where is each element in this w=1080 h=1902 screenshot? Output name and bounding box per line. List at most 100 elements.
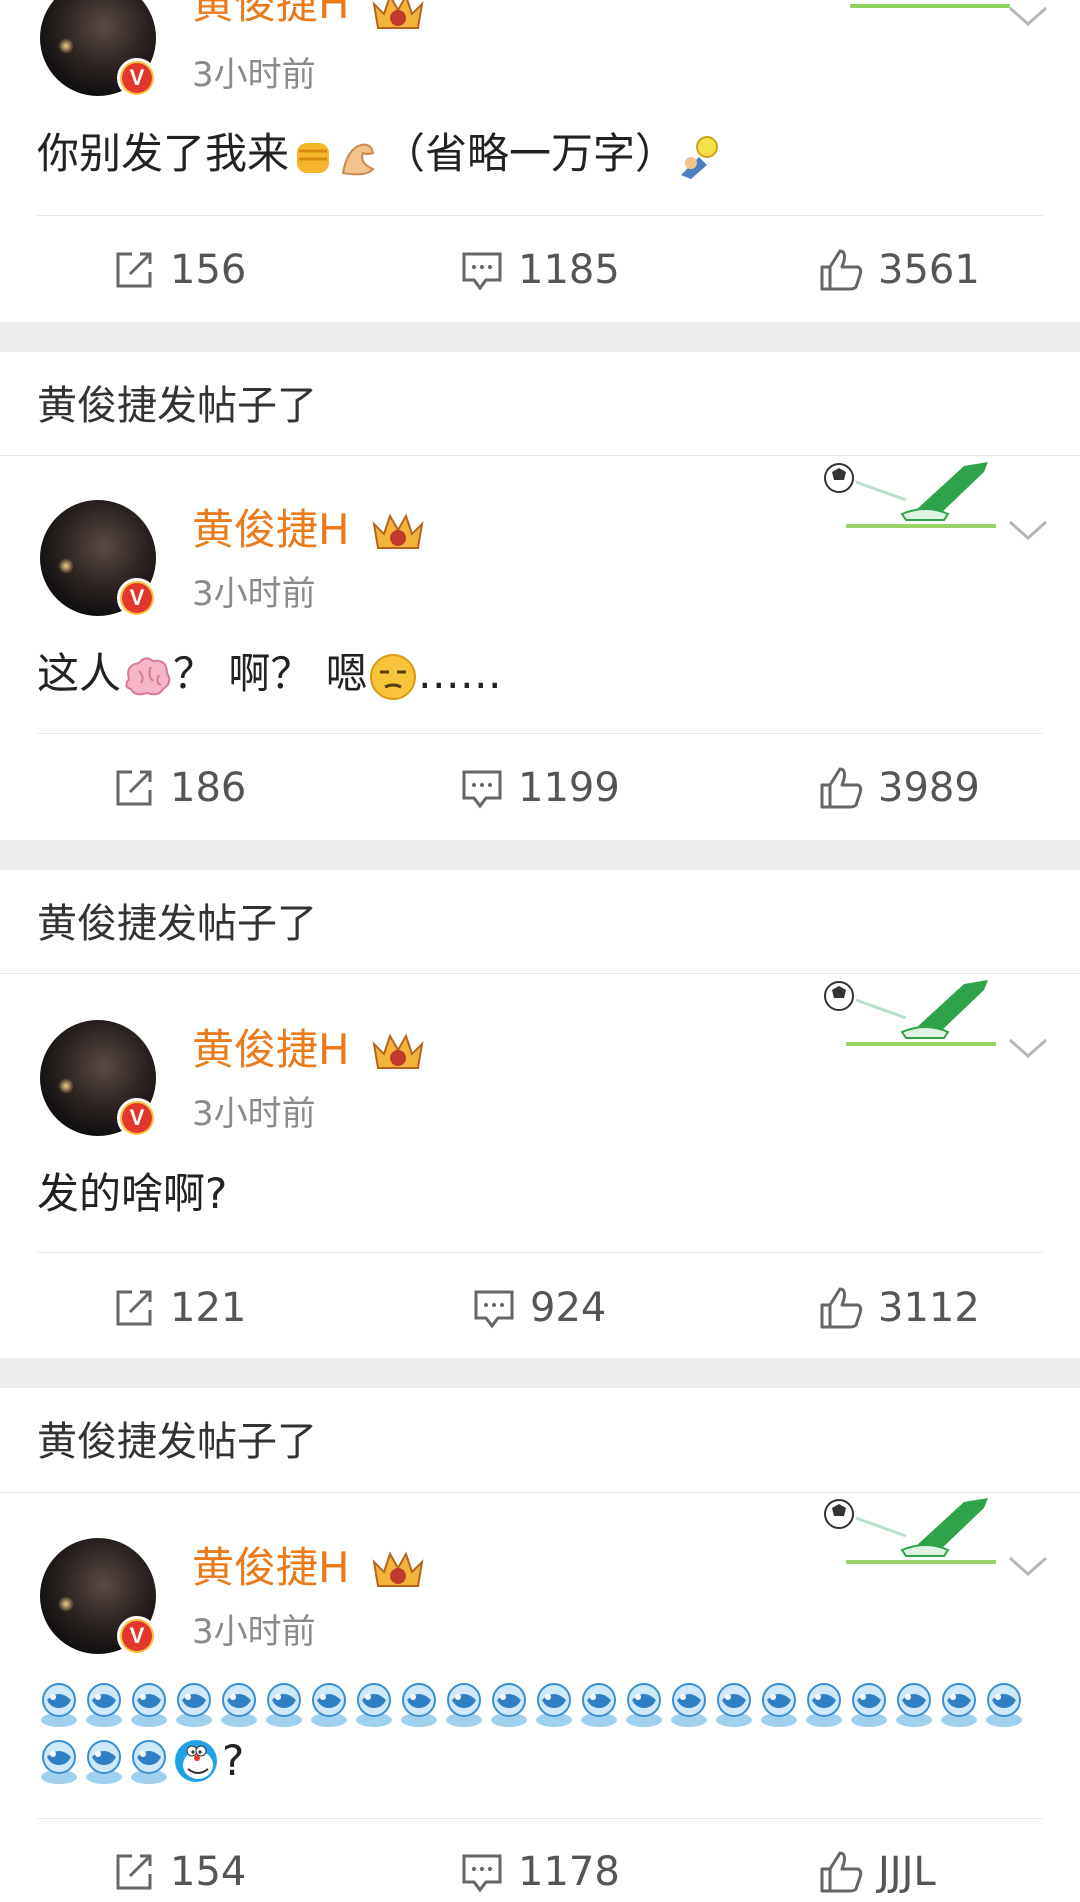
comment-icon <box>462 1854 502 1893</box>
comment-button[interactable]: 1178 <box>460 1842 620 1902</box>
chevron-down-icon[interactable] <box>1006 1034 1050 1062</box>
comment-button[interactable]: 1199 <box>460 758 620 818</box>
thumbs-up-icon <box>820 1287 863 1329</box>
divider <box>0 455 1080 456</box>
doraemon-emoji-icon <box>175 1739 217 1782</box>
astronaut-emoji-icon <box>761 1683 797 1727</box>
repost-button[interactable]: 186 <box>112 758 246 818</box>
repost-count: 156 <box>170 247 247 293</box>
comment-count: 1178 <box>518 1849 620 1895</box>
divider <box>37 1818 1043 1819</box>
comment-button[interactable]: 1185 <box>460 240 620 300</box>
emoji-row: ? <box>37 1736 244 1785</box>
post-time: 3小时前 <box>192 1612 316 1652</box>
astronaut-emoji-icon <box>446 1683 482 1727</box>
divider <box>0 973 1080 974</box>
comment-icon <box>474 1290 514 1329</box>
astronaut-emoji-icon <box>716 1683 752 1727</box>
soccer-kick-decoration <box>824 980 996 1046</box>
thumbs-up-icon <box>820 1851 863 1893</box>
section-title: 黄俊捷发帖子了 <box>37 1419 317 1465</box>
like-count: 3112 <box>878 1285 980 1331</box>
username[interactable]: 黄俊捷H <box>192 1542 350 1594</box>
like-button[interactable]: 3561 <box>818 240 980 300</box>
like-count: JJJL <box>878 1849 936 1895</box>
soccer-kick-decoration <box>824 462 996 528</box>
brain-emoji-icon <box>125 656 171 695</box>
astronaut-emoji-icon <box>41 1683 77 1727</box>
emoji-row <box>37 1680 1027 1728</box>
username[interactable]: 黄俊捷H <box>192 1024 350 1076</box>
astronaut-emoji-icon <box>401 1683 437 1727</box>
divider <box>37 1252 1043 1253</box>
divider <box>37 733 1043 734</box>
username[interactable]: 黄俊捷H <box>192 0 350 30</box>
repost-button[interactable]: 121 <box>112 1278 246 1338</box>
astronaut-emoji-icon <box>806 1683 842 1727</box>
verified-badge-icon: V <box>117 578 157 618</box>
thumbs-up-icon <box>820 249 863 291</box>
crown-badge-icon <box>372 1551 424 1587</box>
chevron-down-icon[interactable] <box>1006 516 1050 544</box>
repost-count: 186 <box>170 765 247 811</box>
astronaut-emoji-icon <box>41 1739 77 1784</box>
repost-icon <box>116 770 152 806</box>
post-text-part: 你别发了我来 <box>37 129 290 178</box>
verified-badge-icon: V <box>117 58 157 98</box>
post-text-part: 这人 <box>37 649 122 698</box>
astronaut-emoji-icon <box>851 1683 887 1727</box>
astronaut-emoji-icon <box>986 1683 1022 1727</box>
soccer-kick-decoration <box>824 1498 996 1564</box>
astronaut-emoji-icon <box>581 1683 617 1727</box>
astronaut-emoji-icon <box>491 1683 527 1727</box>
astronaut-emoji-icon <box>176 1683 212 1727</box>
astronaut-emoji-icon <box>86 1683 122 1727</box>
astronaut-emoji-icon <box>131 1683 167 1727</box>
astronaut-emoji-icon <box>311 1683 347 1727</box>
section-separator <box>0 322 1080 352</box>
astronaut-emoji-icon <box>221 1683 257 1727</box>
post-text: 这人 ？ 啊？ 嗯 …… <box>37 648 502 702</box>
astronaut-emoji-icon <box>896 1683 932 1727</box>
fist-emoji-icon <box>297 142 330 173</box>
post-text: 发的啥啊? <box>37 1169 228 1218</box>
chevron-down-icon[interactable] <box>1006 1552 1050 1580</box>
section-title: 黄俊捷发帖子了 <box>37 383 317 429</box>
repost-count: 121 <box>170 1285 247 1331</box>
unamused-face-emoji-icon <box>369 653 416 700</box>
repost-icon <box>116 1290 152 1326</box>
person-with-bulb-emoji-icon <box>681 135 719 179</box>
soccer-kick-decoration <box>850 4 1010 8</box>
like-count: 3561 <box>878 247 980 293</box>
comment-button[interactable]: 924 <box>472 1278 606 1338</box>
flexed-biceps-emoji-icon <box>341 143 375 175</box>
like-button[interactable]: 3112 <box>818 1278 980 1338</box>
post-text-part: ？ 啊？ 嗯 <box>173 649 368 698</box>
astronaut-emoji-icon <box>131 1739 167 1784</box>
astronaut-emoji-icon <box>356 1683 392 1727</box>
post-text-part: （省略一万字） <box>383 129 678 178</box>
crown-badge-icon <box>372 513 424 549</box>
astronaut-emoji-icon <box>536 1683 572 1727</box>
like-button[interactable]: JJJL <box>818 1842 936 1902</box>
astronaut-emoji-icon <box>86 1739 122 1784</box>
crown-badge-icon <box>372 1033 424 1069</box>
astronaut-emoji-icon <box>671 1683 707 1727</box>
divider <box>37 215 1043 216</box>
comment-icon <box>462 252 502 291</box>
astronaut-emoji-icon <box>266 1683 302 1727</box>
comment-icon <box>462 770 502 809</box>
like-button[interactable]: 3989 <box>818 758 980 818</box>
username[interactable]: 黄俊捷H <box>192 504 350 556</box>
post-time: 3小时前 <box>192 55 316 95</box>
section-separator <box>0 1358 1080 1388</box>
thumbs-up-icon <box>820 767 863 809</box>
post-text-end: ? <box>222 1736 245 1785</box>
section-title: 黄俊捷发帖子了 <box>37 901 317 947</box>
repost-button[interactable]: 156 <box>112 240 246 300</box>
chevron-down-icon[interactable] <box>1006 2 1050 30</box>
astronaut-emoji-icon <box>941 1683 977 1727</box>
verified-badge-icon: V <box>117 1098 157 1138</box>
crown-badge-icon <box>372 0 424 29</box>
repost-button[interactable]: 154 <box>112 1842 246 1902</box>
